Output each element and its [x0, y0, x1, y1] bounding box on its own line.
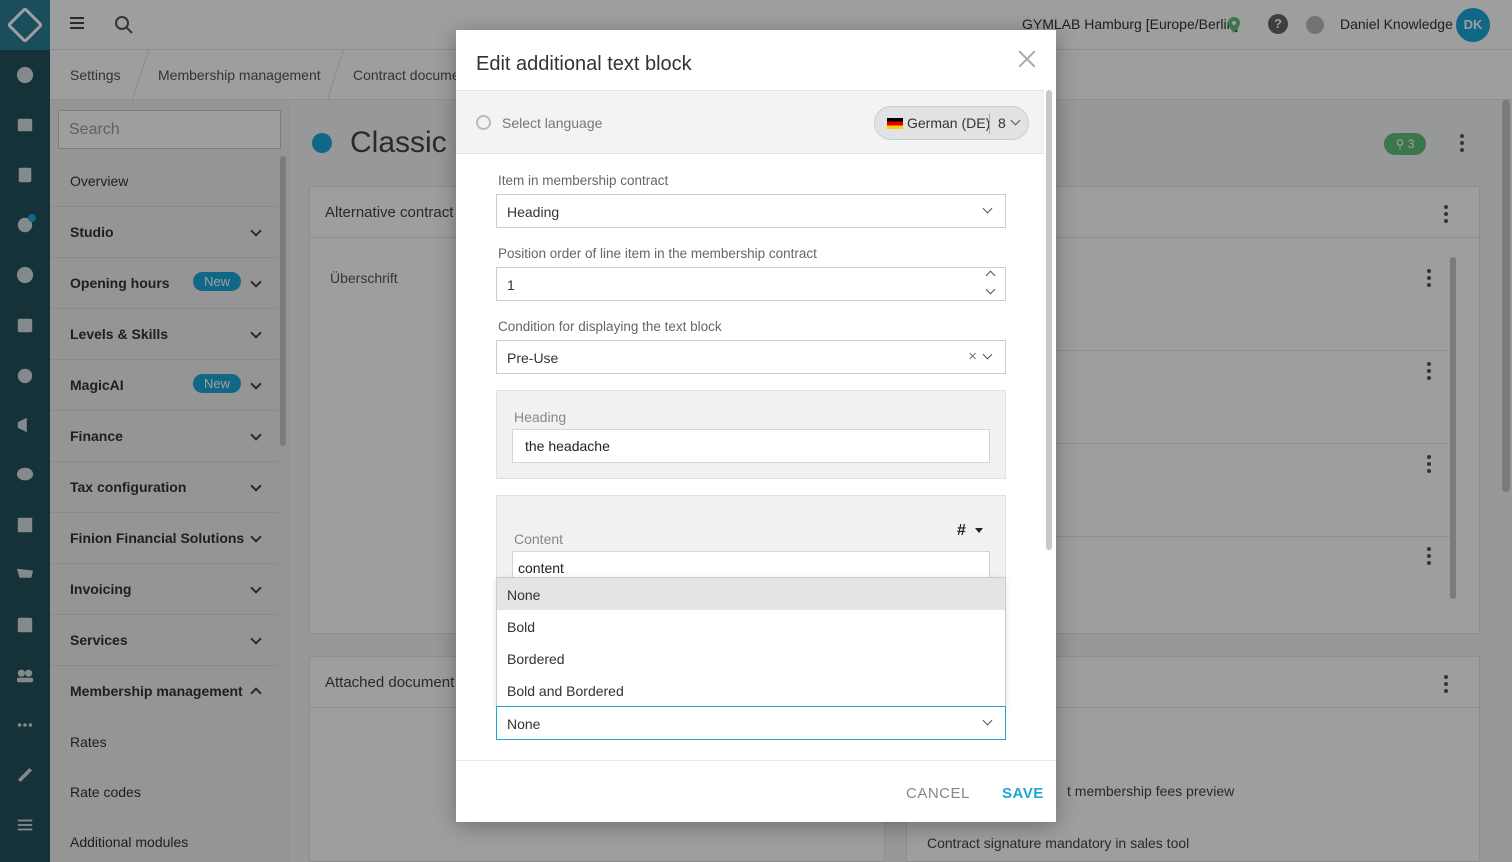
dropdown-option-none[interactable]: None [497, 578, 1005, 610]
item-select[interactable]: Heading [496, 194, 1006, 228]
chevron-down-icon [982, 715, 993, 726]
content-value: content [518, 560, 564, 576]
dropdown-option-bold-bordered[interactable]: Bold and Bordered [497, 674, 1005, 706]
edit-text-block-dialog: Edit additional text block Select langua… [456, 30, 1056, 822]
increment-icon[interactable] [985, 270, 996, 281]
dropdown-option-bold[interactable]: Bold [497, 610, 1005, 642]
heading-value: the headache [525, 438, 610, 454]
chevron-down-icon [982, 349, 993, 360]
heading-panel: Heading the headache [496, 390, 1006, 479]
condition-select[interactable]: Pre-Use × [496, 340, 1006, 374]
german-flag-icon [887, 118, 903, 129]
condition-label: Condition for displaying the text block [498, 319, 722, 334]
decrement-icon[interactable] [985, 284, 996, 295]
dialog-scrollbar[interactable] [1046, 90, 1052, 550]
language-count: 8 [998, 115, 1006, 131]
save-button[interactable]: SAVE [1002, 785, 1044, 802]
dialog-footer: CANCEL SAVE [456, 760, 1056, 822]
close-icon[interactable] [1016, 48, 1038, 70]
caret-down-icon[interactable] [975, 528, 983, 533]
item-value: Heading [507, 204, 560, 220]
cancel-button[interactable]: CANCEL [906, 785, 970, 802]
language-bar: Select language German (DE) 8 [456, 90, 1044, 154]
position-stepper[interactable]: 1 [496, 267, 1006, 301]
style-select[interactable]: None [496, 706, 1006, 740]
position-label: Position order of line item in the membe… [498, 246, 817, 261]
condition-value: Pre-Use [507, 350, 559, 366]
chevron-down-icon [982, 203, 993, 214]
heading-input[interactable]: the headache [512, 429, 990, 463]
position-value: 1 [507, 277, 515, 293]
globe-icon [476, 115, 491, 130]
content-label: Content [514, 531, 564, 547]
language-selector[interactable]: German (DE) 8 [874, 106, 1029, 140]
heading-label: Heading [514, 409, 567, 425]
select-language-label: Select language [502, 115, 603, 131]
chevron-down-icon [1010, 115, 1021, 126]
style-dropdown-menu: None Bold Bordered Bold and Bordered [496, 577, 1006, 707]
item-label: Item in membership contract [498, 173, 669, 188]
style-value: None [507, 716, 541, 732]
clear-icon[interactable]: × [968, 348, 977, 365]
dialog-title: Edit additional text block [476, 53, 692, 75]
dropdown-option-bordered[interactable]: Bordered [497, 642, 1005, 674]
language-name: German (DE) [907, 115, 991, 131]
hashtag-icon[interactable]: # [957, 522, 966, 540]
